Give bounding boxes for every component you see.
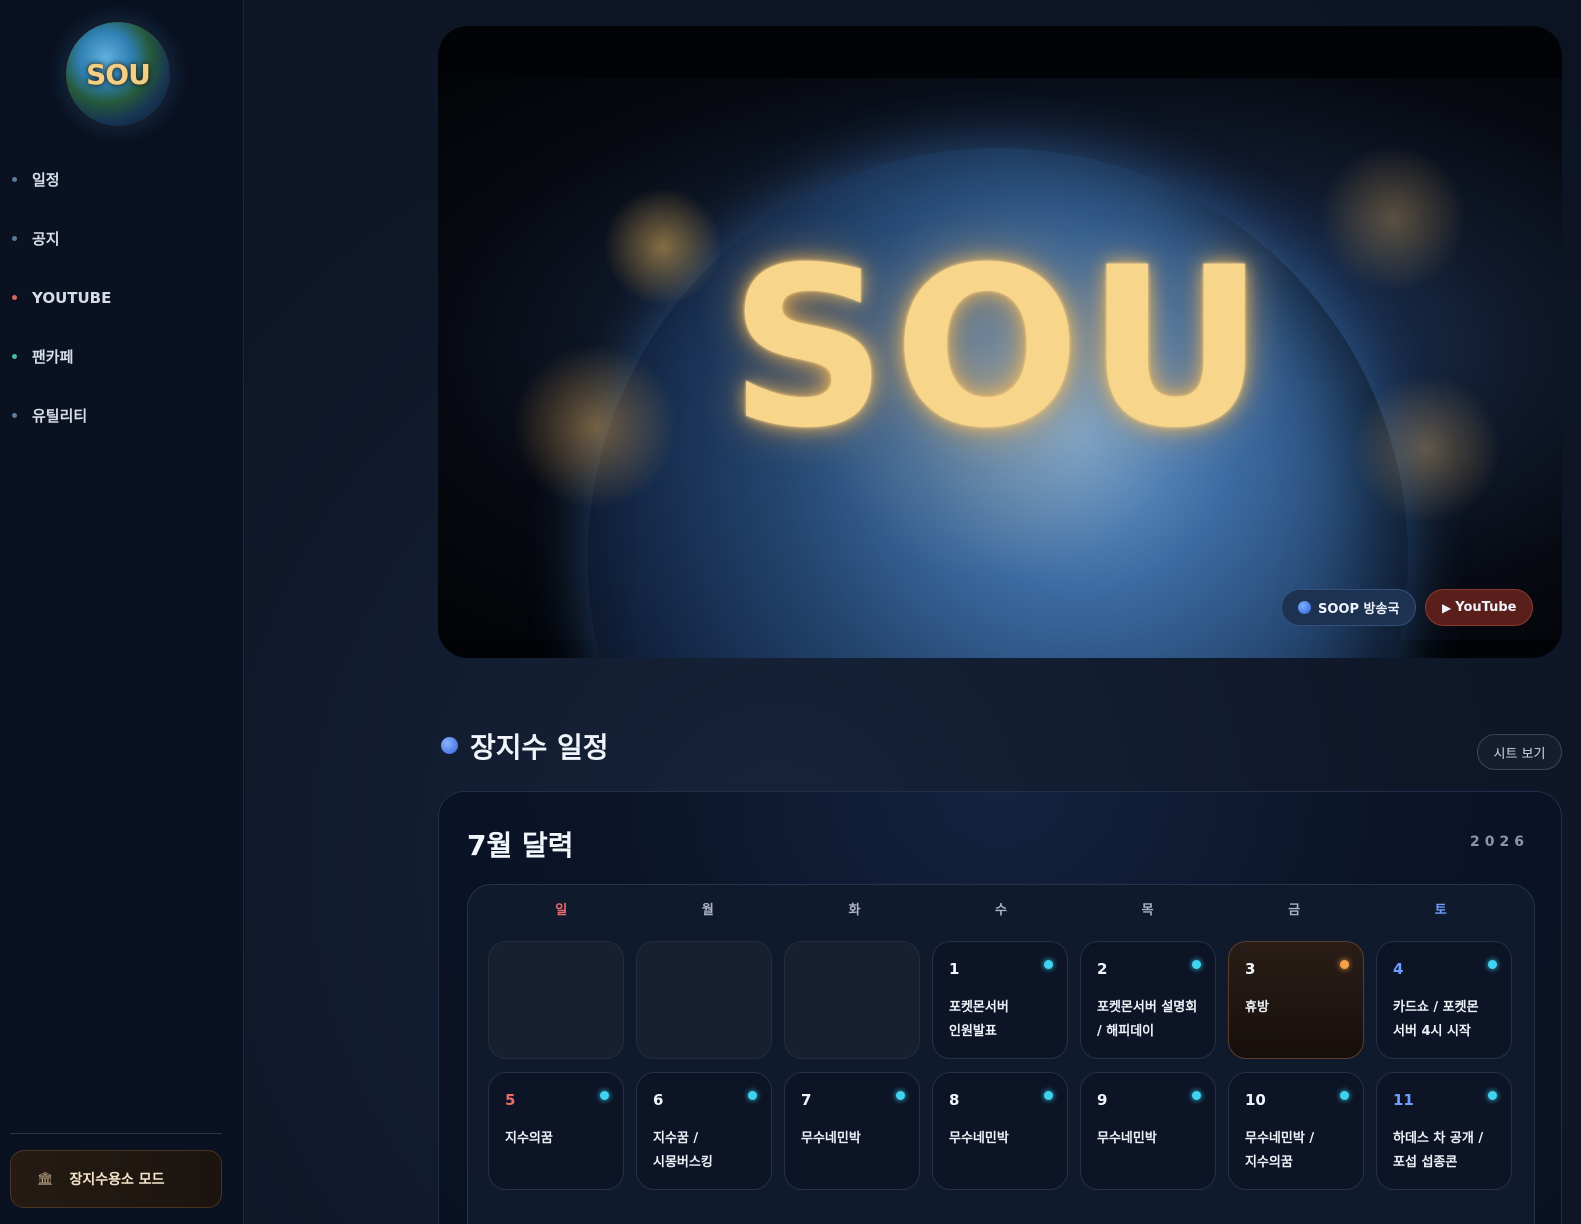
calendar-grid: 일 월 화 수 목 금 토 1 포켓몬서버 인원발표 2 포켓몬서버 설명회 / 해피데이 3 휴방 4…	[467, 884, 1535, 1224]
event-indicator-icon	[1340, 1091, 1349, 1100]
event-text: 무수네민박 / 지수의꿈	[1245, 1131, 1315, 1170]
calendar-day-cell[interactable]: 7 무수네민박	[784, 1072, 920, 1190]
day-number: 11	[1393, 1091, 1414, 1109]
calendar-cell-empty	[784, 941, 920, 1059]
calendar-year: 2026	[1470, 834, 1529, 850]
weekday-label: 수	[995, 903, 1007, 918]
calendar-day-cell[interactable]: 4 카드쇼 / 포켓몬 서버 4시 시작	[1376, 941, 1512, 1059]
bullet-icon	[12, 413, 17, 418]
event-text: 휴방	[1245, 1000, 1269, 1015]
day-number: 3	[1245, 960, 1256, 978]
soop-channel-button[interactable]: SOOP 방송국	[1281, 589, 1417, 626]
weekday-label: 일	[555, 903, 568, 918]
event-indicator-icon	[1192, 960, 1201, 969]
day-number: 9	[1097, 1091, 1108, 1109]
sidebar-item-label: 일정	[32, 171, 60, 189]
calendar-title: 7월 달력	[467, 829, 574, 862]
calendar-day-cell[interactable]: 3 휴방	[1228, 941, 1364, 1059]
hero-banner: SOU SOOP 방송국 ▶ YouTube	[438, 26, 1562, 658]
calendar-day-cell[interactable]: 9 무수네민박	[1080, 1072, 1216, 1190]
event-text: 포켓몬서버 인원발표	[949, 1000, 1009, 1039]
weekday-label: 화	[848, 903, 861, 918]
youtube-button[interactable]: ▶ YouTube	[1425, 589, 1534, 626]
weekday-label: 목	[1141, 903, 1154, 918]
hero-artwork: SOU	[438, 78, 1562, 658]
event-text: 무수네민박	[801, 1131, 861, 1146]
bank-icon: 🏛	[37, 1171, 54, 1187]
soop-icon	[1298, 601, 1311, 614]
sidebar-item-utility[interactable]: 유틸리티	[0, 386, 244, 445]
day-number: 7	[801, 1091, 812, 1109]
sidebar-item-notice[interactable]: 공지	[0, 209, 244, 268]
sidebar-item-schedule[interactable]: 일정	[0, 150, 244, 209]
day-number: 2	[1097, 960, 1108, 978]
camp-mode-button[interactable]: 🏛 장지수용소 모드	[10, 1150, 222, 1208]
event-indicator-icon	[748, 1091, 757, 1100]
event-text: 포켓몬서버 설명회 / 해피데이	[1097, 1000, 1198, 1039]
bullet-icon	[12, 177, 17, 182]
sidebar-divider	[10, 1133, 222, 1134]
event-text: 하데스 차 공개 / 포섭 섭종콘	[1393, 1131, 1484, 1170]
calendar-day-cell[interactable]: 1 포켓몬서버 인원발표	[932, 941, 1068, 1059]
event-indicator-icon	[1488, 960, 1497, 969]
sidebar-nav: 일정 공지 YOUTUBE 팬카페 유틸리티	[0, 150, 244, 445]
sidebar-item-label: 공지	[32, 230, 60, 248]
event-indicator-icon	[1192, 1091, 1201, 1100]
day-number: 1	[949, 960, 960, 978]
event-text: 무수네민박	[1097, 1131, 1157, 1146]
calendar-card: 7월 달력 2026 일 월 화 수 목 금 토 1 포켓몬서버 인원발표 2 포켓몬서버 설명회…	[438, 791, 1562, 1224]
event-indicator-icon	[896, 1091, 905, 1100]
event-text: 지수꿈 / 시몽버스킹	[653, 1131, 713, 1170]
calendar-cell-empty	[488, 941, 624, 1059]
weekday-label: 금	[1288, 903, 1301, 918]
sidebar-item-youtube[interactable]: YOUTUBE	[0, 268, 244, 327]
logo-text: SOU	[86, 57, 151, 91]
bullet-icon	[12, 354, 17, 359]
day-number: 8	[949, 1091, 960, 1109]
day-number: 10	[1245, 1091, 1266, 1109]
event-indicator-icon	[1340, 960, 1349, 969]
weekday-header: 일월화수목금토	[488, 899, 1514, 927]
sidebar-item-label: 유틸리티	[32, 407, 88, 425]
event-indicator-icon	[600, 1091, 609, 1100]
bullet-icon	[12, 295, 17, 300]
event-indicator-icon	[1044, 960, 1053, 969]
sidebar-item-label: 팬카페	[32, 348, 74, 366]
day-number: 6	[653, 1091, 664, 1109]
weekday-label: 월	[701, 903, 714, 918]
event-text: 카드쇼 / 포켓몬 서버 4시 시작	[1393, 1000, 1479, 1039]
sidebar-item-label: YOUTUBE	[32, 288, 112, 307]
calendar-day-cell[interactable]: 6 지수꿈 / 시몽버스킹	[636, 1072, 772, 1190]
calendar-day-cell[interactable]: 8 무수네민박	[932, 1072, 1068, 1190]
bullet-icon	[12, 236, 17, 241]
play-icon: ▶	[1442, 600, 1452, 615]
view-sheet-button[interactable]: 시트 보기	[1477, 734, 1562, 770]
day-number: 4	[1393, 960, 1404, 978]
event-text: 지수의꿈	[505, 1131, 553, 1146]
sou-logo[interactable]: SOU	[66, 22, 170, 126]
schedule-title: 장지수 일정	[470, 731, 609, 764]
day-number: 5	[505, 1091, 516, 1109]
section-dot-icon	[441, 737, 458, 754]
calendar-day-cell[interactable]: 11 하데스 차 공개 / 포섭 섭종콘	[1376, 1072, 1512, 1190]
hero-title: SOU	[728, 220, 1272, 476]
sidebar: SOU 일정 공지 YOUTUBE 팬카페 유틸리티 🏛 장지수용소 모드	[0, 0, 244, 1224]
sidebar-item-fancafe[interactable]: 팬카페	[0, 327, 244, 386]
youtube-label: YouTube	[1455, 600, 1517, 615]
event-indicator-icon	[1044, 1091, 1053, 1100]
camp-mode-label: 장지수용소 모드	[69, 1172, 165, 1188]
event-indicator-icon	[1488, 1091, 1497, 1100]
calendar-day-cell[interactable]: 5 지수의꿈	[488, 1072, 624, 1190]
event-text: 무수네민박	[949, 1131, 1009, 1146]
calendar-cell-empty	[636, 941, 772, 1059]
calendar-day-cell[interactable]: 10 무수네민박 / 지수의꿈	[1228, 1072, 1364, 1190]
weekday-label: 토	[1434, 903, 1447, 918]
calendar-day-cell[interactable]: 2 포켓몬서버 설명회 / 해피데이	[1080, 941, 1216, 1059]
soop-label: SOOP 방송국	[1318, 602, 1400, 617]
